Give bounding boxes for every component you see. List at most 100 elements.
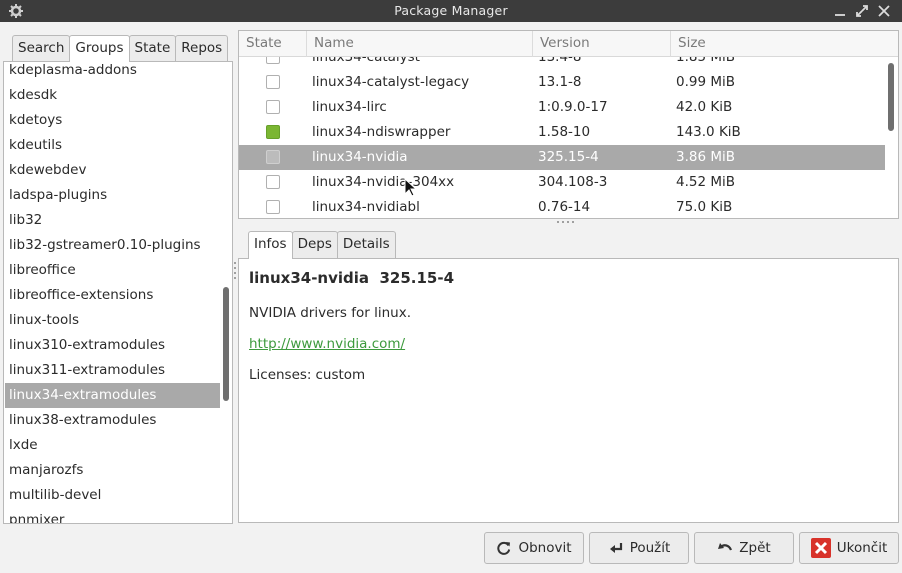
tab-infos[interactable]: Infos	[248, 231, 293, 259]
package-description: NVIDIA drivers for linux.	[249, 305, 412, 321]
package-size: 4.52 MiB	[676, 174, 736, 190]
table-row[interactable]: linux34-nvidiabl 0.76-14 75.0 KiB	[239, 195, 885, 218]
installed-state-icon[interactable]	[266, 125, 280, 139]
list-item[interactable]: libreoffice-extensions	[5, 283, 220, 308]
table-row[interactable]: linux34-ndiswrapper 1.58-10 143.0 KiB	[239, 120, 885, 145]
close-x-icon	[810, 538, 831, 558]
table-row[interactable]: linux34-nvidia-304xx 304.108-3 4.52 MiB	[239, 170, 885, 195]
table-scrollbar-thumb[interactable]	[888, 63, 894, 131]
quit-button-label: Ukončit	[836, 540, 888, 556]
vertical-splitter-handle[interactable]	[234, 262, 237, 286]
list-item[interactable]: ladspa-plugins	[5, 183, 220, 208]
apply-button[interactable]: Použít	[589, 532, 689, 564]
back-button[interactable]: Zpět	[694, 532, 794, 564]
info-panel: linux34-nvidia 325.15-4 NVIDIA drivers f…	[238, 258, 899, 523]
package-version: 0.76-14	[538, 199, 591, 215]
package-licenses: Licenses: custom	[249, 367, 365, 383]
tab-deps[interactable]: Deps	[291, 231, 338, 258]
package-version: 325.15-4	[538, 149, 599, 165]
list-item[interactable]: linux38-extramodules	[5, 408, 220, 433]
list-item-selected[interactable]: linux34-extramodules	[5, 383, 220, 408]
package-size: 143.0 KiB	[676, 124, 741, 140]
quit-button[interactable]: Ukončit	[799, 532, 899, 564]
package-title-name: linux34-nvidia	[249, 269, 370, 287]
package-size: 42.0 KiB	[676, 99, 733, 115]
back-button-label: Zpět	[739, 540, 771, 556]
list-item[interactable]: kdewebdev	[5, 158, 220, 183]
refresh-icon	[497, 541, 511, 555]
package-title: linux34-nvidia 325.15-4	[249, 269, 454, 287]
tab-state[interactable]: State	[128, 35, 177, 61]
list-item[interactable]: manjarozfs	[5, 458, 220, 483]
groups-list[interactable]: kdeplasma-addons kdesdk kdetoys kdeutils…	[3, 61, 233, 524]
package-name: linux34-catalyst-legacy	[312, 74, 470, 90]
list-item[interactable]: linux-tools	[5, 308, 220, 333]
state-checkbox[interactable]	[266, 150, 280, 164]
table-row[interactable]: linux34-catalyst-legacy 13.1-8 0.99 MiB	[239, 70, 885, 95]
groups-scrollbar[interactable]	[223, 62, 229, 523]
refresh-button-label: Obnovit	[518, 540, 572, 556]
column-header-state[interactable]: State	[239, 31, 307, 57]
package-name: linux34-catalyst	[312, 57, 420, 65]
list-item[interactable]: lib32-gstreamer0.10-plugins	[5, 233, 220, 258]
left-tab-bar: Search Groups State Repos	[12, 35, 229, 62]
info-tab-bar: Infos Deps Details	[248, 231, 396, 259]
list-item[interactable]: linux311-extramodules	[5, 358, 220, 383]
close-icon[interactable]	[876, 3, 892, 19]
package-size: 1.85 MiB	[676, 57, 736, 65]
package-name: linux34-ndiswrapper	[312, 124, 451, 140]
package-name: linux34-lirc	[312, 99, 387, 115]
window-body: Search Groups State Repos kdeplasma-addo…	[0, 22, 902, 573]
groups-scrollbar-thumb[interactable]	[223, 287, 229, 401]
minimize-icon[interactable]	[832, 3, 848, 19]
table-row[interactable]: linux34-lirc 1:0.9.0-17 42.0 KiB	[239, 95, 885, 120]
package-version: 1.58-10	[538, 124, 591, 140]
package-name: linux34-nvidiabl	[312, 199, 420, 215]
list-item[interactable]: lib32	[5, 208, 220, 233]
table-row-selected[interactable]: linux34-nvidia 325.15-4 3.86 MiB	[239, 145, 885, 170]
list-item[interactable]: kdesdk	[5, 83, 220, 108]
table-row[interactable]: linux34-catalyst 13.4-8 1.85 MiB	[239, 57, 885, 70]
apply-button-label: Použít	[629, 540, 671, 556]
apply-arrow-icon	[609, 543, 622, 553]
state-checkbox[interactable]	[266, 100, 280, 114]
licenses-value: custom	[315, 367, 366, 383]
table-header: State Name Version Size	[239, 31, 898, 57]
tab-groups[interactable]: Groups	[69, 35, 130, 62]
title-bar: Package Manager	[0, 0, 902, 22]
maximize-icon[interactable]	[854, 3, 870, 19]
package-name: linux34-nvidia-304xx	[312, 174, 455, 190]
undo-icon	[718, 543, 733, 551]
list-item[interactable]: kdeutils	[5, 133, 220, 158]
list-item[interactable]: pnmixer	[5, 508, 220, 523]
package-size: 0.99 MiB	[676, 74, 736, 90]
package-title-version: 325.15-4	[379, 269, 455, 287]
list-item[interactable]: kdeplasma-addons	[5, 62, 220, 83]
tab-search[interactable]: Search	[12, 35, 71, 61]
list-item[interactable]: multilib-devel	[5, 483, 220, 508]
list-item[interactable]: linux310-extramodules	[5, 333, 220, 358]
window-title: Package Manager	[394, 3, 508, 18]
state-checkbox[interactable]	[266, 175, 280, 189]
list-item[interactable]: kdetoys	[5, 108, 220, 133]
list-item[interactable]: libreoffice	[5, 258, 220, 283]
package-version: 304.108-3	[538, 174, 608, 190]
column-header-size[interactable]: Size	[671, 31, 885, 57]
state-checkbox[interactable]	[266, 75, 280, 89]
list-item[interactable]: lxde	[5, 433, 220, 458]
package-name: linux34-nvidia	[312, 149, 408, 165]
column-header-name[interactable]: Name	[307, 31, 533, 57]
state-checkbox[interactable]	[266, 57, 280, 64]
refresh-button[interactable]: Obnovit	[484, 532, 584, 564]
state-checkbox[interactable]	[266, 200, 280, 214]
tab-repos[interactable]: Repos	[175, 35, 229, 61]
tab-details[interactable]: Details	[336, 231, 396, 258]
horizontal-splitter-handle[interactable]	[557, 221, 581, 224]
package-version: 13.4-8	[538, 57, 582, 65]
package-url-link[interactable]: http://www.nvidia.com/	[249, 336, 405, 352]
table-body: linux34-catalyst 13.4-8 1.85 MiB linux34…	[239, 57, 885, 218]
column-header-version[interactable]: Version	[533, 31, 671, 57]
package-table[interactable]: State Name Version Size linux34-catalyst…	[238, 30, 899, 219]
package-version: 1:0.9.0-17	[538, 99, 608, 115]
licenses-label: Licenses:	[249, 367, 312, 383]
